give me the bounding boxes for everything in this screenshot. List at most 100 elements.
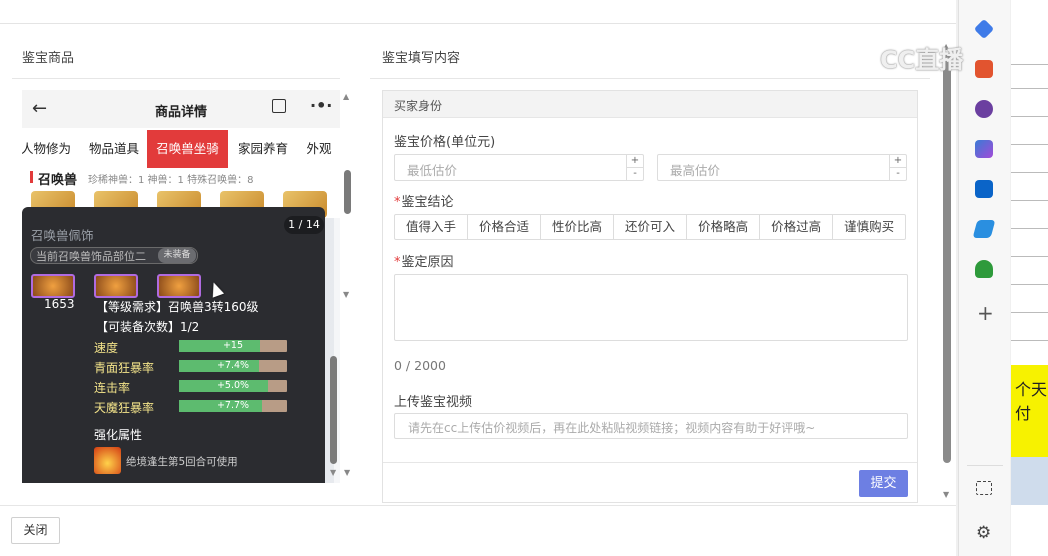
reason-textarea[interactable] — [394, 274, 908, 341]
enhance-text: 绝境逢生第5回合可使用 — [126, 456, 238, 468]
price-label: 鉴宝价格(单位元) — [394, 135, 496, 150]
blue-block — [1011, 457, 1048, 505]
tag-icon[interactable] — [973, 18, 995, 40]
stat-value: +7.7% — [216, 400, 250, 411]
phone-tabs: 人物修为 物品道具 召唤兽坐骑 家园养育 外观 — [22, 130, 340, 168]
footer-divider — [0, 505, 956, 506]
right-title-divider — [370, 78, 930, 79]
decrement-button[interactable]: - — [890, 168, 906, 181]
table-line — [1011, 172, 1048, 173]
right-panel-title: 鉴宝填写内容 — [382, 51, 461, 66]
table-line — [1011, 228, 1048, 229]
max-price-input[interactable]: 最高估价 + - — [657, 154, 907, 181]
max-price-placeholder: 最高估价 — [670, 163, 721, 178]
max-price-stepper[interactable]: + - — [889, 155, 906, 180]
stat-value: +7.4% — [216, 360, 250, 371]
min-price-input[interactable]: 最低估价 + - — [394, 154, 644, 181]
table-line — [1011, 256, 1048, 257]
stat-label: 速度 — [94, 341, 119, 355]
send-icon[interactable] — [972, 220, 996, 238]
char-counter: 0 / 2000 — [394, 358, 446, 373]
table-line — [1011, 284, 1048, 285]
tooltip-title: 召唤兽佩饰 — [31, 228, 94, 243]
required-mark: * — [394, 255, 401, 270]
conclusion-option[interactable]: 谨慎购买 — [833, 215, 905, 239]
increment-button[interactable]: + — [627, 155, 643, 168]
left-panel-title: 鉴宝商品 — [22, 51, 75, 66]
stat-label: 连击率 — [94, 381, 131, 395]
tooltip-requirement: 【等级需求】召唤兽3转160级 — [96, 300, 259, 314]
conclusion-option[interactable]: 性价比高 — [541, 215, 615, 239]
table-line — [1011, 88, 1048, 89]
phone-header: ← 商品详情 ·•· — [22, 90, 340, 128]
browser-sidebar: + ⚙ — [958, 0, 1010, 556]
phone-tab: 物品道具 — [88, 141, 139, 156]
watermark: CC直播 — [880, 46, 964, 74]
sidebar-divider — [967, 465, 1003, 466]
tree-icon[interactable] — [975, 260, 993, 278]
scroll-down-arrow[interactable]: ▼ — [330, 468, 336, 477]
video-link-placeholder: 请先在cc上传估价视频后，再在此处粘贴视频链接；视频内容有助于好评哦~ — [408, 421, 816, 435]
phone-section: 召唤兽 珍稀神兽：1 神兽：1 特殊召唤兽：8 — [22, 168, 340, 188]
close-button[interactable]: 关闭 — [11, 517, 60, 544]
accessory-icon — [31, 274, 75, 298]
accessory-icon — [94, 274, 138, 298]
flame-icon — [94, 447, 121, 474]
add-icon[interactable]: + — [977, 301, 994, 325]
appraisal-form: 买家身份 鉴宝价格(单位元) 最低估价 + - 最高估价 + - *鉴宝结论 值… — [382, 90, 918, 503]
phone-tab: 家园养育 — [237, 141, 288, 156]
tooltip-scrollbar-thumb[interactable] — [330, 356, 337, 464]
screen: 鉴宝商品 鉴宝填写内容 ← 商品详情 ·•· 人物修为 物品道具 召唤兽坐骑 家… — [0, 0, 1048, 556]
increment-button[interactable]: + — [890, 155, 906, 168]
background-page: 个天付 — [1011, 0, 1048, 556]
stat-label: 天魔狂暴率 — [94, 401, 155, 415]
table-line — [1011, 64, 1048, 65]
table-line — [1011, 312, 1048, 313]
conclusion-option[interactable]: 价格略高 — [687, 215, 761, 239]
enhance-title: 强化属性 — [94, 428, 143, 442]
screenshot-icon[interactable] — [976, 481, 992, 495]
table-line — [1011, 200, 1048, 201]
min-price-stepper[interactable]: + - — [626, 155, 643, 180]
phone-tab-active: 召唤兽坐骑 — [147, 130, 228, 168]
conclusion-option[interactable]: 还价可入 — [614, 215, 688, 239]
item-tooltip: 召唤兽佩饰 1 / 14 当前召唤兽饰品部位二 未装备 1653 【等级需求】召… — [22, 207, 325, 483]
conclusion-options: 值得入手 价格合适 性价比高 还价可入 价格略高 价格过高 谨慎购买 — [394, 214, 907, 240]
stat-value: +5.0% — [216, 380, 250, 391]
video-link-input[interactable]: 请先在cc上传估价视频后，再在此处粘贴视频链接；视频内容有助于好评哦~ — [394, 413, 908, 439]
accessory-icon — [157, 274, 201, 298]
phone-tab: 人物修为 — [22, 141, 71, 156]
submit-button[interactable]: 提交 — [859, 470, 908, 497]
scroll-up-arrow[interactable]: ▲ — [343, 92, 349, 101]
required-mark: * — [394, 195, 401, 210]
reason-label-text: 鉴定原因 — [401, 255, 454, 270]
scroll-down-arrow[interactable]: ▼ — [943, 490, 949, 499]
conclusion-label-text: 鉴宝结论 — [401, 195, 454, 210]
outlook-icon[interactable] — [975, 180, 993, 198]
form-footer-divider — [383, 462, 917, 463]
decrement-button[interactable]: - — [627, 168, 643, 181]
scroll-down-arrow[interactable]: ▼ — [343, 290, 349, 299]
background-text: 个天付 — [1015, 380, 1048, 423]
shopping-icon[interactable] — [975, 60, 993, 78]
stat-bar: +7.4% — [179, 360, 287, 372]
stat-bar: +5.0% — [179, 380, 287, 392]
gear-icon[interactable]: ⚙ — [976, 523, 991, 543]
stat-label: 青面狂暴率 — [94, 361, 155, 375]
left-title-divider — [12, 78, 340, 79]
share-icon — [272, 99, 286, 113]
tooltip-equip-count: 【可装备次数】1/2 — [96, 320, 200, 334]
stat-bar: +15 — [179, 340, 287, 352]
main-scrollbar-thumb[interactable] — [943, 55, 951, 463]
scroll-down-arrow[interactable]: ▼ — [344, 468, 350, 477]
phone-scrollbar-thumb[interactable] — [344, 170, 351, 214]
modal-topbar — [0, 0, 956, 24]
conclusion-option[interactable]: 价格过高 — [760, 215, 834, 239]
phone-section-title: 召唤兽 — [38, 173, 78, 188]
games-icon[interactable] — [975, 100, 993, 118]
conclusion-option[interactable]: 价格合适 — [468, 215, 542, 239]
conclusion-option[interactable]: 值得入手 — [395, 215, 469, 239]
stat-value: +15 — [222, 340, 244, 351]
form-section-title: 买家身份 — [394, 99, 443, 113]
copilot-icon[interactable] — [975, 140, 993, 158]
